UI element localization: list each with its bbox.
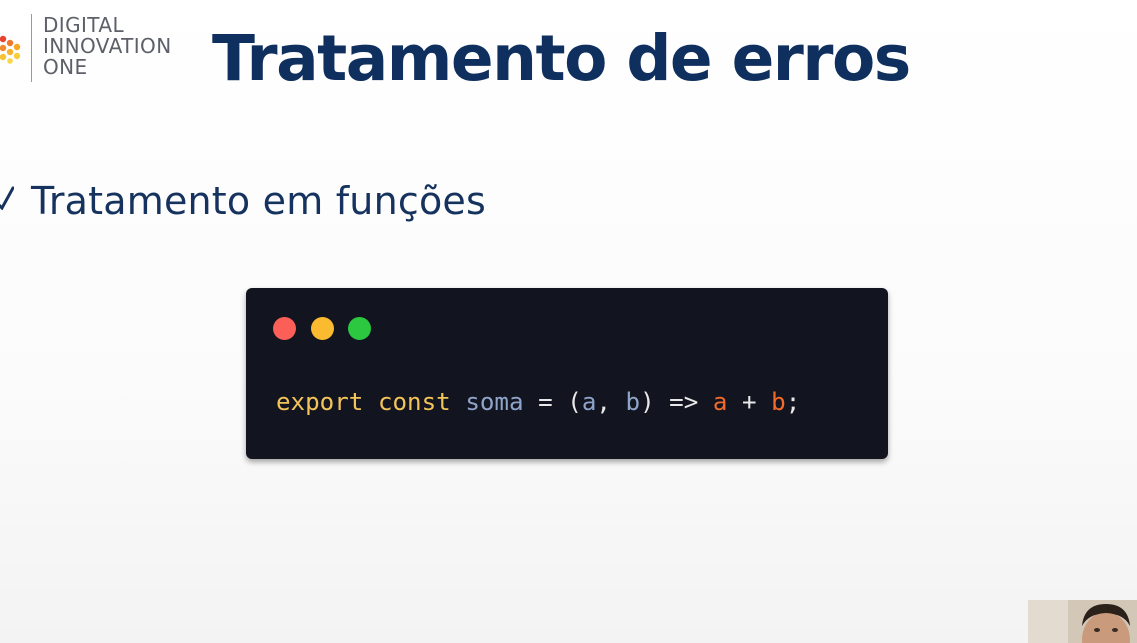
code-param-a: a bbox=[581, 388, 597, 416]
logo-wordmark: DIGITAL INNOVATION ONE bbox=[43, 15, 172, 78]
code-paren-open: ( bbox=[567, 388, 582, 416]
window-maximize-dot-icon bbox=[348, 317, 371, 340]
code-operator-assign: = bbox=[523, 388, 568, 416]
dio-logo: DIGITAL INNOVATION ONE bbox=[0, 12, 190, 84]
code-line: export const soma = (a, b) => a + b; bbox=[276, 386, 800, 418]
dots-logo-icon bbox=[0, 35, 21, 64]
webcam-overlay bbox=[1028, 600, 1137, 643]
code-arrow: ) => bbox=[640, 388, 713, 416]
code-keyword-const: const bbox=[377, 388, 451, 416]
logo-line-2: INNOVATION bbox=[43, 34, 172, 58]
code-var-b: b bbox=[771, 388, 786, 416]
check-icon bbox=[0, 186, 14, 210]
code-var-a: a bbox=[712, 388, 728, 416]
logo-divider bbox=[31, 14, 32, 82]
logo-line-3: ONE bbox=[43, 55, 88, 79]
presenter-face-icon bbox=[1028, 600, 1137, 643]
window-minimize-dot-icon bbox=[311, 317, 334, 340]
code-semicolon: ; bbox=[785, 388, 801, 416]
code-window: export const soma = (a, b) => a + b; bbox=[246, 288, 888, 459]
code-function-name: soma bbox=[465, 388, 524, 416]
code-comma: , bbox=[596, 388, 626, 416]
slide-title: Tratamento de erros bbox=[212, 22, 911, 95]
code-keyword-export: export bbox=[276, 388, 364, 416]
bullet-text: Tratamento em funções bbox=[31, 179, 486, 223]
code-operator-plus: + bbox=[727, 388, 772, 416]
logo-line-1: DIGITAL bbox=[43, 13, 124, 37]
window-close-dot-icon bbox=[273, 317, 296, 340]
code-param-b: b bbox=[625, 388, 641, 416]
